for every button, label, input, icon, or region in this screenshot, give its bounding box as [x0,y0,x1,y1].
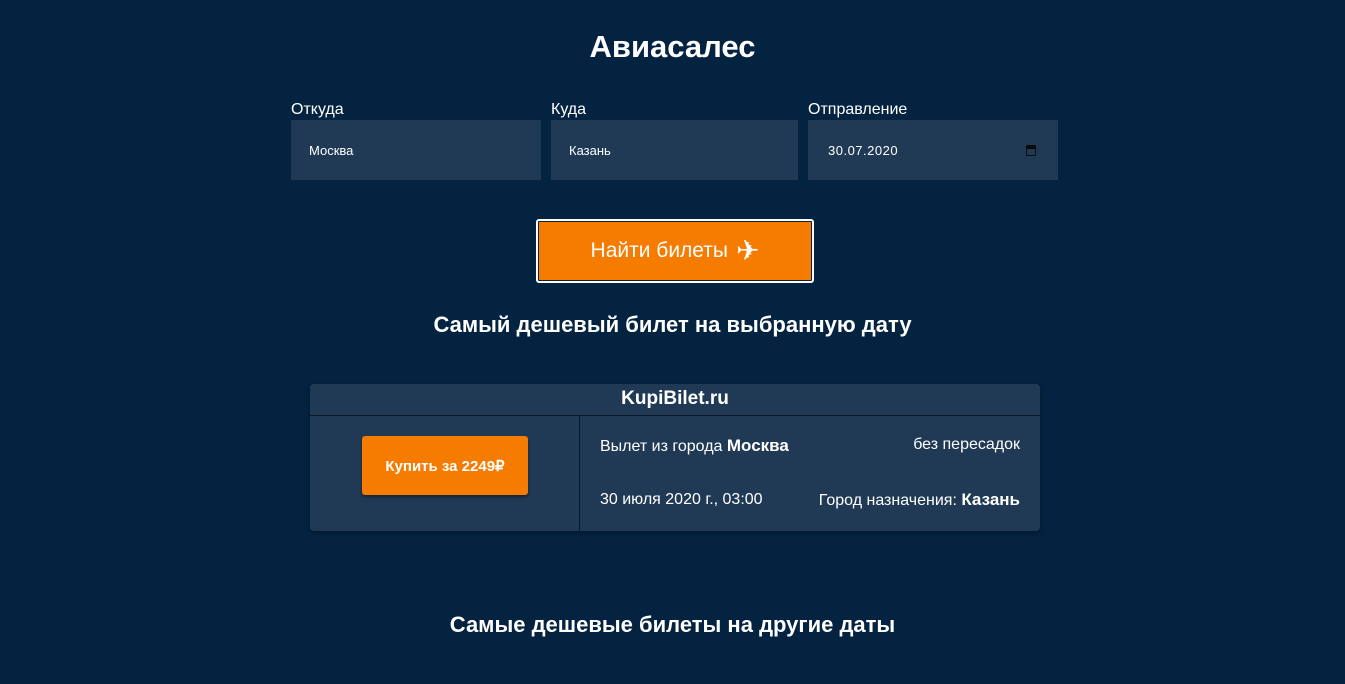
airplane-icon: ✈ [736,235,760,266]
departure-city: Москва [726,436,789,455]
ticket-body: Купить за 2249₽ Вылет из города Москва б… [310,416,1040,531]
destination-info: Город назначения: Казань [819,490,1020,511]
page: Авиасалес Откуда Москва Куда Казань Отпр… [0,0,1345,684]
date-input[interactable]: 30.07.2020 [808,120,1058,180]
date-field-group: Отправление 30.07.2020 [808,100,1058,180]
destination-city: Казань [961,490,1020,509]
ticket-details: Вылет из города Москва без пересадок 30 … [580,416,1040,531]
ticket-agency: KupiBilet.ru [310,384,1040,416]
date-input-value: 30.07.2020 [828,142,899,158]
search-tickets-label: Найти билеты [590,239,728,262]
calendar-icon[interactable] [1026,144,1036,156]
ticket-buy-section: Купить за 2249₽ [310,416,580,531]
from-label: Откуда [291,101,344,118]
departure-info: Вылет из города Москва [600,436,789,457]
to-input-value: Казань [569,142,611,158]
search-tickets-button[interactable]: Найти билеты ✈ [536,219,814,283]
other-dates-heading: Самые дешевые билеты на другие даты [449,612,896,637]
buy-ticket-button[interactable]: Купить за 2249₽ [362,436,528,495]
ticket-card: KupiBilet.ru Купить за 2249₽ Вылет из го… [310,384,1040,531]
destination-prefix: Город назначения: [818,492,957,509]
departure-prefix: Вылет из города [600,438,723,455]
transfers-info: без пересадок [913,436,1020,453]
from-input-value: Москва [309,142,354,158]
date-label: Отправление [808,101,908,118]
to-input[interactable]: Казань [551,120,798,180]
from-field-group: Откуда Москва [291,100,541,180]
from-input[interactable]: Москва [291,120,541,180]
to-field-group: Куда Казань [551,100,798,180]
to-label: Куда [551,101,587,118]
departure-datetime: 30 июля 2020 г., 03:00 [600,491,763,508]
page-title: Авиасалес [589,29,756,64]
cheapest-heading: Самый дешевый билет на выбранную дату [433,312,912,337]
